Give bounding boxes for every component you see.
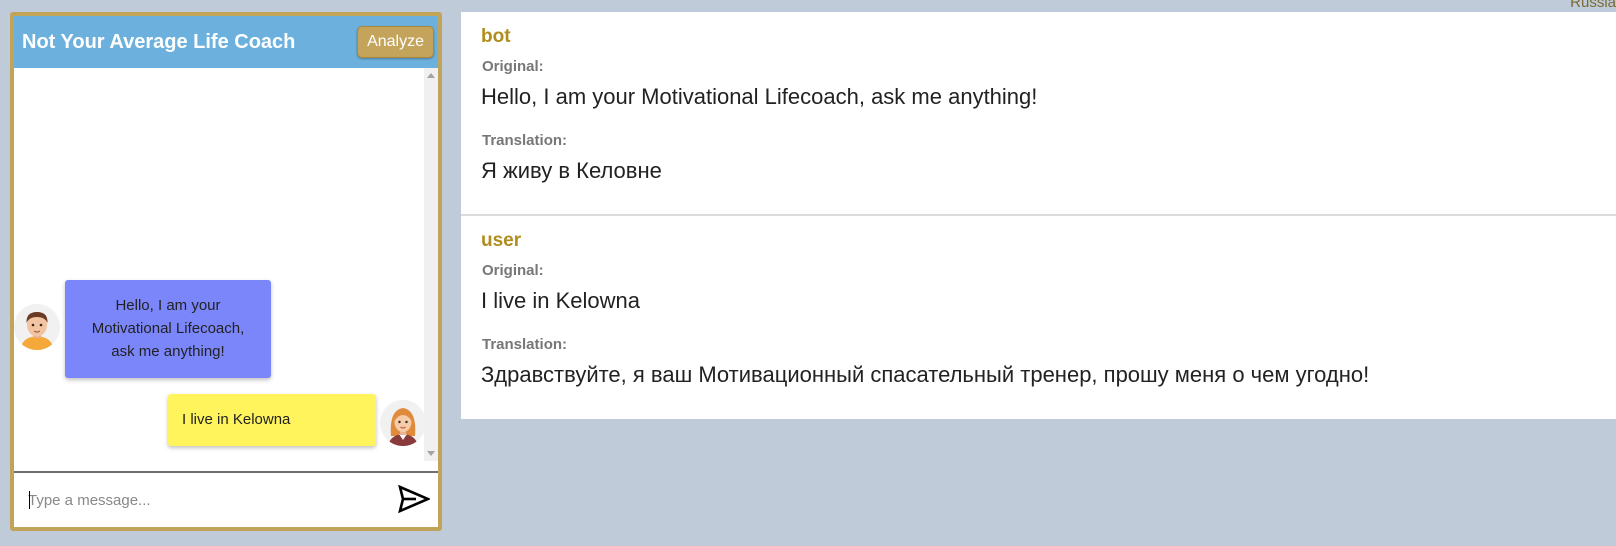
- scroll-down-arrow-icon[interactable]: [427, 451, 435, 456]
- send-icon: [398, 484, 432, 514]
- original-text: Hello, I am your Motivational Lifecoach,…: [481, 84, 1038, 109]
- message-scrollbar[interactable]: [424, 68, 438, 461]
- user-avatar: [380, 400, 426, 446]
- translation-text: Здравствуйте, я ваш Мотивационный спасат…: [481, 362, 1370, 387]
- user-message-bubble: I live in Kelowna: [168, 394, 376, 446]
- message-input[interactable]: [28, 489, 388, 511]
- analyze-button[interactable]: Analyze: [357, 26, 434, 58]
- original-label: Original:: [482, 58, 544, 75]
- translation-text: Я живу в Келовне: [481, 158, 662, 183]
- female-avatar-icon: [380, 400, 426, 446]
- bot-avatar: [14, 304, 60, 350]
- chat-header: Not Your Average Life Coach Analyze: [14, 16, 438, 68]
- bot-message-bubble: Hello, I am your Motivational Lifecoach,…: [65, 280, 271, 378]
- chat-widget: Not Your Average Life Coach Analyze Hell…: [10, 12, 442, 531]
- message-list[interactable]: Hello, I am your Motivational Lifecoach,…: [14, 68, 428, 461]
- male-avatar-icon: [14, 304, 60, 350]
- translation-label: Translation:: [482, 336, 568, 353]
- message-composer: [14, 471, 438, 527]
- translation-label: Translation:: [482, 132, 568, 149]
- text-cursor: [29, 491, 30, 509]
- send-button[interactable]: [398, 484, 432, 514]
- original-text: I live in Kelowna: [481, 288, 640, 313]
- translation-card-bot: bot Original: Hello, I am your Motivatio…: [461, 12, 1616, 214]
- sender-label: user: [481, 230, 522, 251]
- sender-label: bot: [481, 26, 511, 47]
- chat-title: Not Your Average Life Coach: [22, 31, 296, 53]
- translation-panel: bot Original: Hello, I am your Motivatio…: [461, 12, 1616, 419]
- translation-card-user: user Original: I live in Kelowna Transla…: [461, 216, 1616, 419]
- language-label: Russia: [1570, 0, 1616, 11]
- original-label: Original:: [482, 262, 544, 279]
- scroll-up-arrow-icon[interactable]: [427, 73, 435, 78]
